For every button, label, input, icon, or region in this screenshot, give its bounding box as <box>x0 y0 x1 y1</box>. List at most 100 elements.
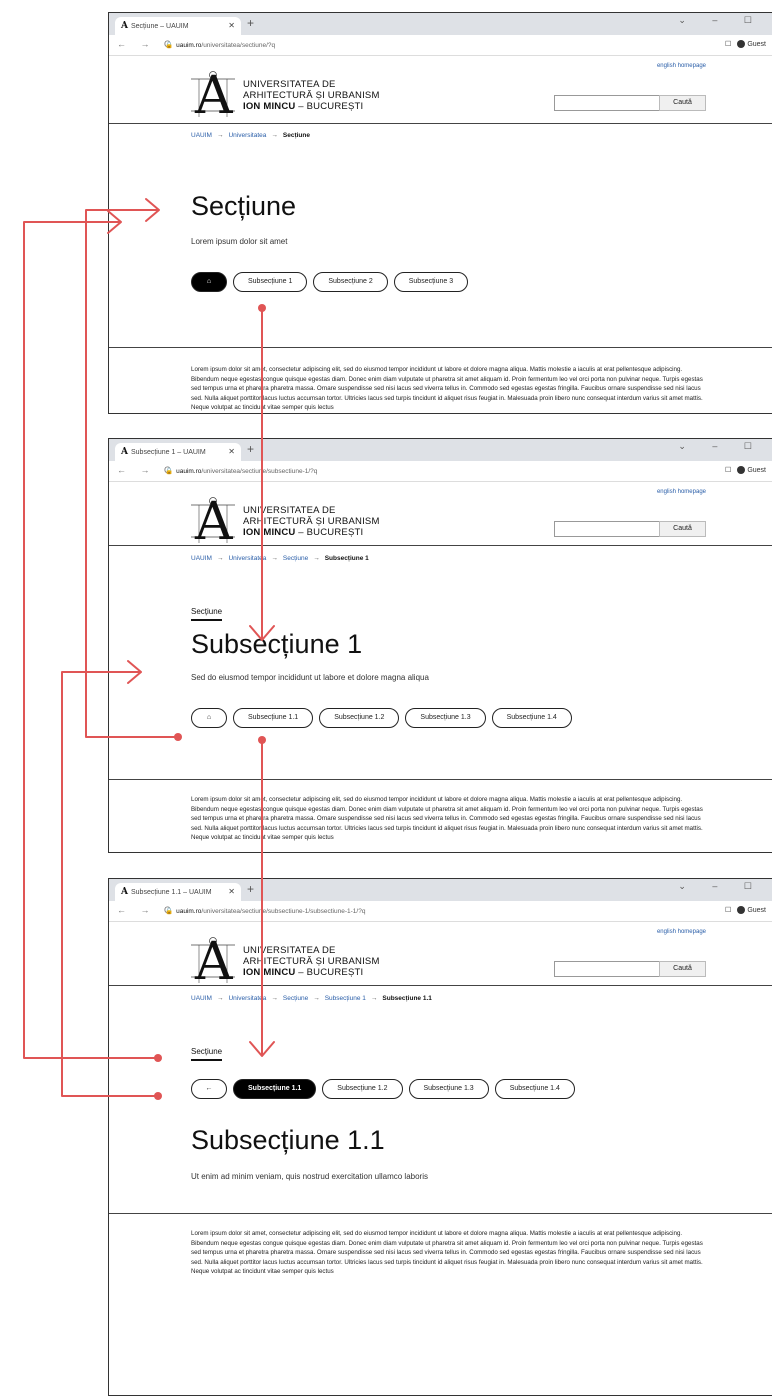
browser-tab[interactable]: A Subsecțiune 1.1 – UAUIM ✕ <box>115 883 241 901</box>
breadcrumb: UAUIM → Universitatea → Secțiune → Subsecțiune… <box>191 995 432 1002</box>
lock-icon: 🔒 <box>165 908 174 915</box>
new-tab-button[interactable]: + <box>247 882 254 896</box>
body-text: Lorem ipsum dolor sit amet, consectetur … <box>191 1230 703 1276</box>
search-button[interactable]: Caută <box>659 961 706 977</box>
subsection-pill[interactable]: Subsecțiune 1.1 <box>233 708 314 728</box>
page-subtitle: Sed do eiusmod tempor incididunt ut labo… <box>191 673 429 682</box>
breadcrumb-link[interactable]: Universitatea <box>228 555 266 562</box>
breadcrumb-link[interactable]: UAUIM <box>191 995 212 1002</box>
tab-title: Secțiune – UAUIM <box>130 23 189 30</box>
url-field[interactable]: 🔒 uauim.ro/universitatea/sectiune/subsect… <box>165 907 365 915</box>
subsection-pill[interactable]: Subsecțiune 1.2 <box>322 1079 403 1099</box>
search-input[interactable] <box>554 961 660 977</box>
home-button[interactable]: ⌂ <box>191 272 227 292</box>
page-subtitle: Ut enim ad minim veniam, quis nostrud ex… <box>191 1172 428 1181</box>
english-homepage-link[interactable]: english homepage <box>657 63 706 69</box>
subsection-pill-active[interactable]: Subsecțiune 1.1 <box>233 1079 317 1099</box>
tab-bar: A Subsecțiune 1 – UAUIM ✕ + ⌄ – ☐ <box>109 439 772 461</box>
breadcrumb-link[interactable]: Secțiune <box>283 555 308 562</box>
profile-chip[interactable]: ☐ Guest <box>725 906 766 915</box>
breadcrumb-link[interactable]: Subsecțiune 1 <box>325 995 366 1002</box>
lock-icon: 🔒 <box>165 42 174 49</box>
university-logo[interactable]: A <box>191 70 235 122</box>
content-divider <box>109 347 772 348</box>
breadcrumb-current: Subsecțiune 1 <box>324 555 369 562</box>
window-controls[interactable]: ⌄ – ☐ <box>678 441 764 452</box>
window-controls[interactable]: ⌄ – ☐ <box>678 15 764 26</box>
favicon-icon: A <box>121 21 128 31</box>
address-bar[interactable]: ← → C 🔒 uauim.ro/universitatea/sectiune/?… <box>109 35 772 56</box>
subsection-pill[interactable]: Subsecțiune 1 <box>233 272 308 292</box>
new-tab-button[interactable]: + <box>247 16 254 30</box>
breadcrumb-link[interactable]: UAUIM <box>191 555 212 562</box>
university-logo[interactable]: A <box>191 932 235 992</box>
english-homepage-link[interactable]: english homepage <box>657 489 706 495</box>
body-text: Lorem ipsum dolor sit amet, consectetur … <box>191 796 703 842</box>
search-input[interactable] <box>554 95 660 111</box>
search-button[interactable]: Caută <box>659 95 706 111</box>
header-divider <box>109 123 772 124</box>
breadcrumb-current: Secțiune <box>282 132 310 139</box>
university-name: UNIVERSITATEA DE ARHITECTURĂ ȘI URBANISM I… <box>243 505 380 538</box>
subsection-pill[interactable]: Subsecțiune 3 <box>393 272 469 292</box>
tab-title: Subsecțiune 1 – UAUIM <box>130 449 206 456</box>
content-divider <box>109 1213 772 1214</box>
university-name: UNIVERSITATEA DE ARHITECTURĂ ȘI URBANISM I… <box>243 79 380 112</box>
logo-letter: A <box>195 492 233 552</box>
url-field[interactable]: 🔒 uauim.ro/universitatea/sectiune/?q <box>165 41 275 49</box>
favicon-icon: A <box>121 447 128 457</box>
breadcrumb: UAUIM → Universitatea → Secțiune → Subsecțiune… <box>191 555 369 562</box>
breadcrumb-current: Subsecțiune 1.1 <box>382 995 432 1002</box>
search-button[interactable]: Caută <box>659 521 706 537</box>
back-button[interactable]: ← <box>191 1079 227 1099</box>
tab-title: Subsecțiune 1.1 – UAUIM <box>130 889 212 896</box>
subsection-pill[interactable]: Subsecțiune 1.4 <box>491 708 572 728</box>
page-title: Subsecțiune 1 <box>191 629 363 659</box>
parent-section-link[interactable]: Secțiune <box>191 607 223 621</box>
profile-icon <box>737 40 746 49</box>
breadcrumb-link[interactable]: UAUIM <box>191 132 212 139</box>
subsection-pill[interactable]: Subsecțiune 2 <box>313 272 388 292</box>
home-icon: ⌂ <box>206 278 212 285</box>
subsection-nav: ⌂ Subsecțiune 1 Subsecțiune 2 Subsecțiune 3 <box>191 272 474 292</box>
browser-window-section: A Secțiune – UAUIM ✕ + ⌄ – ☐ ← → C 🔒 uauim… <box>108 12 772 414</box>
parent-section-link[interactable]: Secțiune <box>191 1047 223 1061</box>
breadcrumb-link[interactable]: Secțiune <box>283 995 308 1002</box>
content-divider <box>109 779 772 780</box>
header-divider <box>109 985 772 986</box>
subsection-pill[interactable]: Subsecțiune 1.3 <box>405 708 486 728</box>
subsection-pill[interactable]: Subsecțiune 1.2 <box>319 708 400 728</box>
profile-icon <box>737 466 746 475</box>
window-controls[interactable]: ⌄ – ☐ <box>678 881 764 892</box>
home-button[interactable]: ⌂ <box>191 708 227 728</box>
url-field[interactable]: 🔒 uauim.ro/universitatea/sectiune/subsect… <box>165 467 317 475</box>
english-homepage-link[interactable]: english homepage <box>657 929 706 935</box>
university-logo[interactable]: A <box>191 492 235 552</box>
close-tab-icon[interactable]: ✕ <box>228 17 235 35</box>
close-tab-icon[interactable]: ✕ <box>228 883 235 901</box>
address-bar[interactable]: ← → C 🔒 uauim.ro/universitatea/sectiune/s… <box>109 901 772 922</box>
profile-chip[interactable]: ☐ Guest <box>725 466 766 475</box>
browser-tab[interactable]: A Subsecțiune 1 – UAUIM ✕ <box>115 443 241 461</box>
search-input[interactable] <box>554 521 660 537</box>
tab-bar: A Subsecțiune 1.1 – UAUIM ✕ + ⌄ – ☐ <box>109 879 772 901</box>
body-text: Lorem ipsum dolor sit amet, consectetur … <box>191 366 703 412</box>
subsection-pill[interactable]: Subsecțiune 1.4 <box>494 1079 575 1099</box>
address-bar[interactable]: ← → C 🔒 uauim.ro/universitatea/sectiune/s… <box>109 461 772 482</box>
new-tab-button[interactable]: + <box>247 442 254 456</box>
breadcrumb-link[interactable]: Universitatea <box>228 132 266 139</box>
browser-window-subsection-1-1: A Subsecțiune 1.1 – UAUIM ✕ + ⌄ – ☐ ← → C… <box>108 878 772 1396</box>
breadcrumb-link[interactable]: Universitatea <box>228 995 266 1002</box>
university-name: UNIVERSITATEA DE ARHITECTURĂ ȘI URBANISM I… <box>243 945 380 978</box>
browser-tab[interactable]: A Secțiune – UAUIM ✕ <box>115 17 241 35</box>
page-title: Subsecțiune 1.1 <box>191 1125 385 1155</box>
profile-icon <box>737 906 746 915</box>
close-tab-icon[interactable]: ✕ <box>228 443 235 461</box>
search-box: Caută <box>554 961 706 977</box>
back-arrow-icon: ← <box>205 1085 213 1092</box>
subsection-nav: ← Subsecțiune 1.1 Subsecțiune 1.2 Subsecțiu… <box>191 1079 581 1099</box>
browser-window-subsection-1: A Subsecțiune 1 – UAUIM ✕ + ⌄ – ☐ ← → C 🔒… <box>108 438 772 853</box>
profile-chip[interactable]: ☐ Guest <box>725 40 766 49</box>
logo-letter: A <box>195 932 233 992</box>
subsection-pill[interactable]: Subsecțiune 1.3 <box>408 1079 489 1099</box>
